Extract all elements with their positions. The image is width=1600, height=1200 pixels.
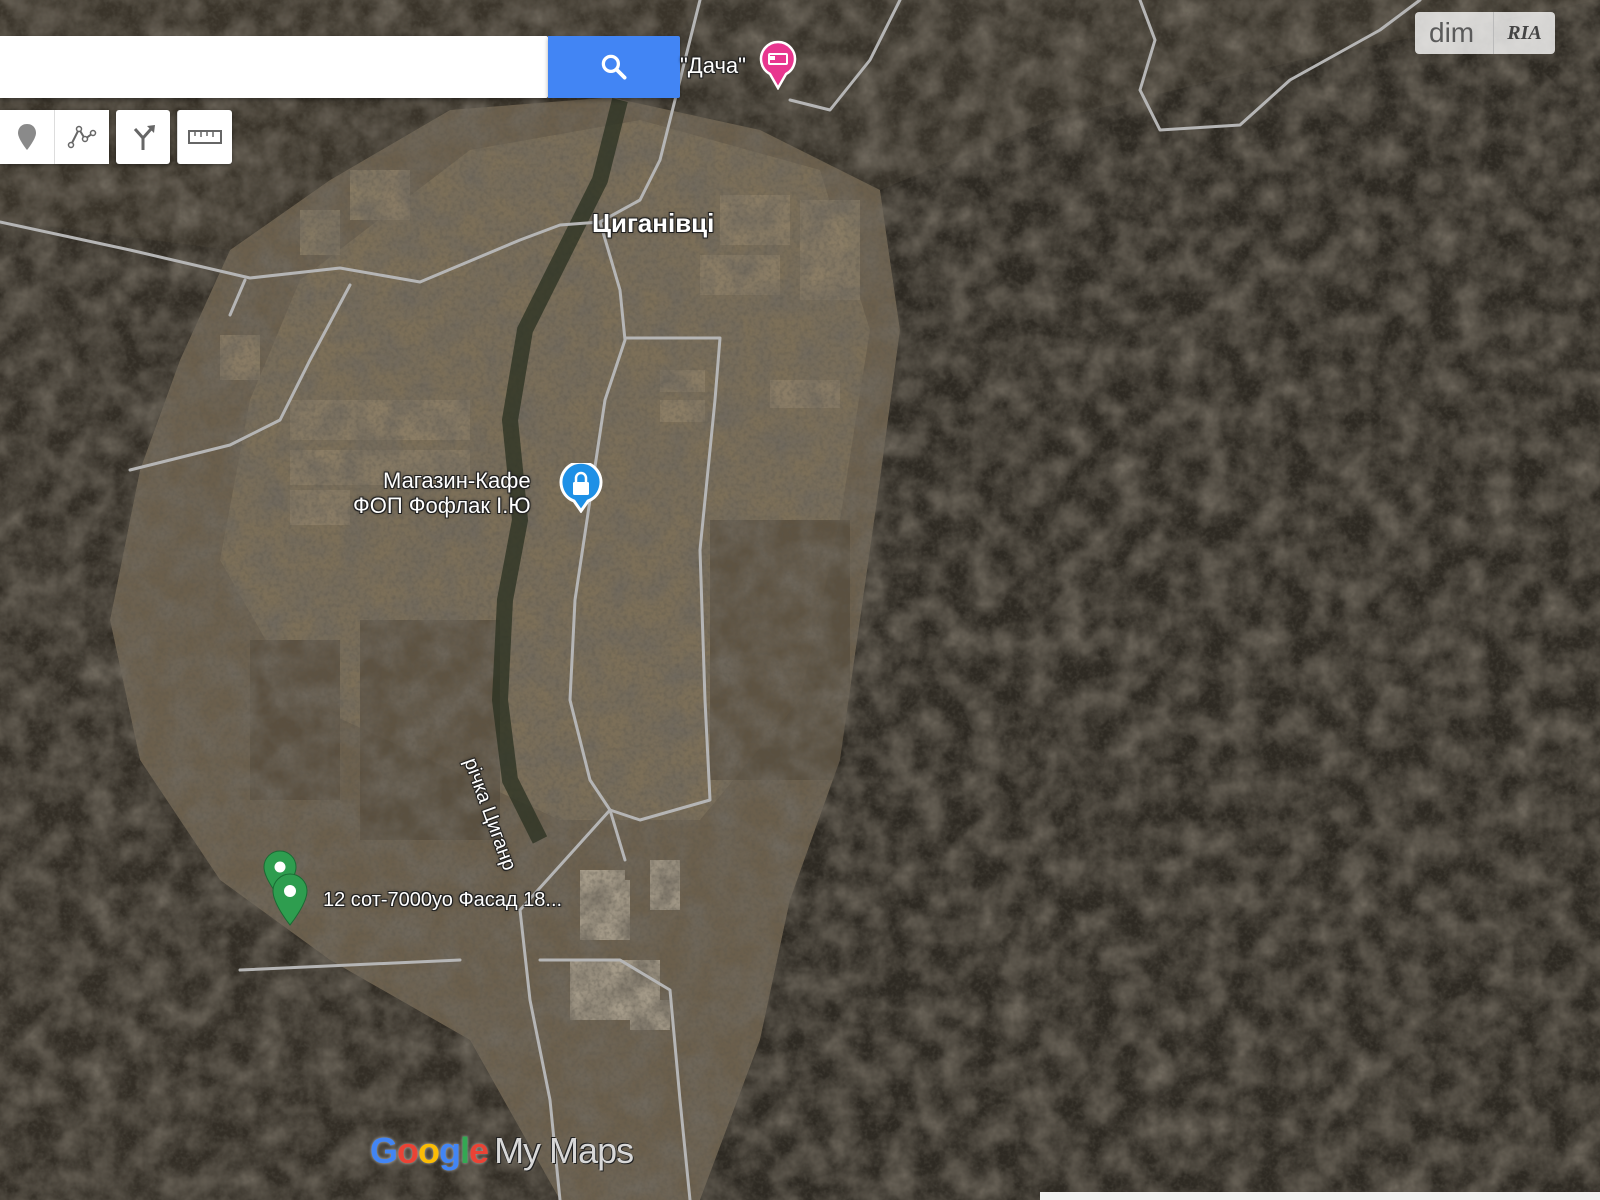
dacha-label: "Дача" xyxy=(680,53,746,78)
search-button[interactable] xyxy=(548,36,680,98)
village-label: Циганівці xyxy=(592,208,715,238)
plot-pin[interactable] xyxy=(270,872,310,931)
marker-icon xyxy=(18,124,36,150)
shopping-bag-icon xyxy=(559,460,603,514)
draw-tools-group xyxy=(0,110,109,164)
search-icon xyxy=(601,54,627,80)
ruler-icon xyxy=(188,130,222,144)
satellite-map[interactable] xyxy=(0,0,1600,1200)
draw-line-button[interactable] xyxy=(54,110,109,164)
directions-button[interactable] xyxy=(116,110,170,164)
mymaps-text: My Maps xyxy=(494,1130,634,1171)
shop-label-line1: Магазин-Кафе xyxy=(383,468,531,493)
shop-pin[interactable] xyxy=(558,460,604,518)
draw-line-icon xyxy=(67,125,97,149)
add-marker-button[interactable] xyxy=(0,110,54,164)
scale-bar xyxy=(1040,1192,1600,1200)
shop-label-line2: ФОП Фофлак І.Ю xyxy=(353,493,531,518)
lodging-icon xyxy=(759,40,797,91)
watermark-ria: RIA xyxy=(1493,12,1555,54)
lodging-pin[interactable] xyxy=(758,40,798,95)
watermark-dim: dim xyxy=(1429,17,1475,48)
directions-icon xyxy=(133,125,155,150)
map-toolbar xyxy=(0,110,232,164)
search-input[interactable] xyxy=(0,36,548,98)
dimria-watermark: dim RIA xyxy=(1415,12,1555,54)
plot-label: 12 сот-7000уо Фасад 18... xyxy=(323,889,563,911)
measure-button[interactable] xyxy=(177,110,232,164)
search-box xyxy=(0,36,548,98)
green-marker-icon xyxy=(272,873,308,926)
google-mymaps-logo: Google My Maps xyxy=(370,1130,634,1171)
